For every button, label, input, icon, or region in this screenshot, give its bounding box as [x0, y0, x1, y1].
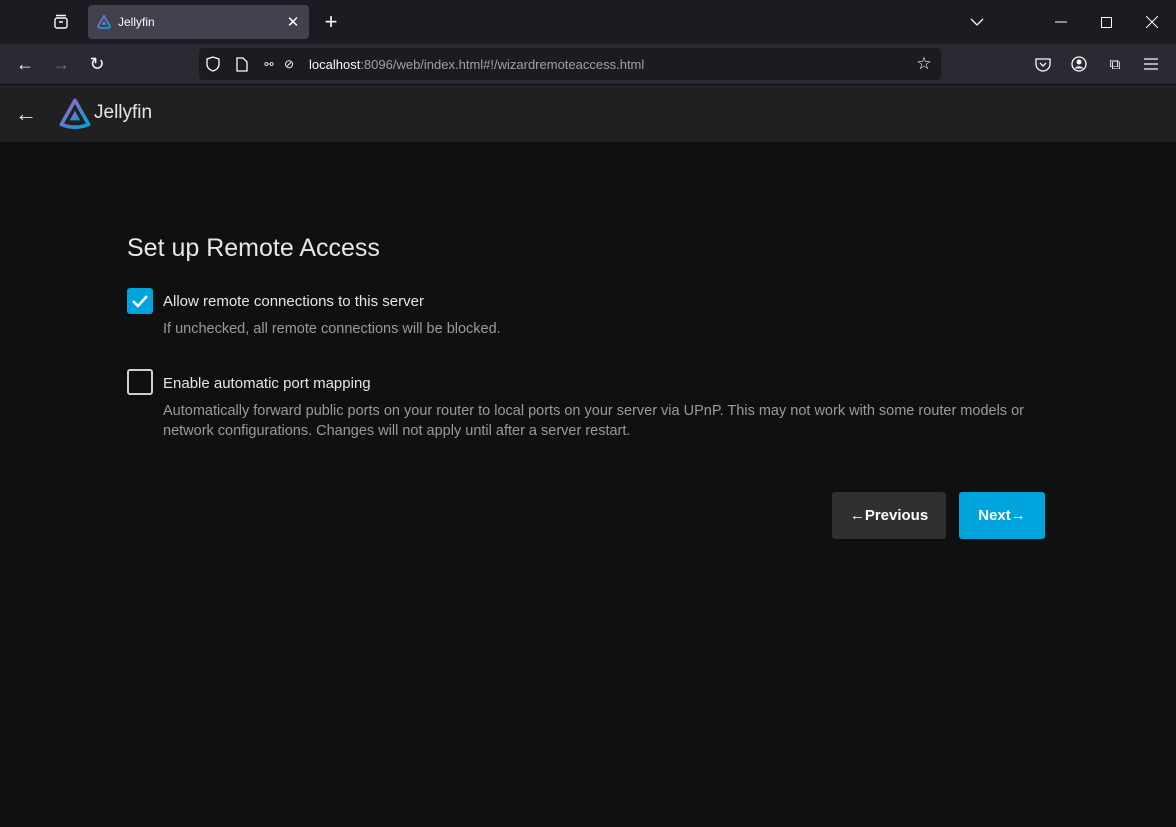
- minimize-icon[interactable]: [1050, 11, 1072, 33]
- port-mapping-description: Automatically forward public ports on yo…: [163, 403, 1024, 439]
- pocket-icon[interactable]: [1032, 53, 1054, 75]
- tab-title: Jellyfin: [118, 15, 155, 29]
- arrow-left-icon: ←: [849, 507, 865, 524]
- arrow-right-icon: →: [1010, 507, 1026, 524]
- browser-tab-bar: Jellyfin ✕ +: [0, 0, 1176, 44]
- url-bar[interactable]: ⚯ ⊘ localhost:8096/web/index.html#!/wiza…: [199, 48, 941, 80]
- allow-remote-description: If unchecked, all remote connections wil…: [163, 321, 501, 337]
- new-tab-icon[interactable]: +: [320, 9, 342, 34]
- port-mapping-checkbox[interactable]: [127, 369, 153, 395]
- port-mapping-label[interactable]: Enable automatic port mapping: [163, 375, 371, 392]
- browser-tab-jellyfin[interactable]: Jellyfin ✕: [88, 5, 309, 39]
- app-header: ←: [0, 85, 1176, 142]
- back-arrow-icon[interactable]: ←: [14, 101, 38, 126]
- forward-icon[interactable]: →: [50, 53, 72, 75]
- url-host: localhost: [309, 57, 361, 72]
- page-icon[interactable]: [234, 56, 250, 72]
- list-tabs-chevron-down-icon[interactable]: [966, 11, 988, 33]
- blocked-media-icon[interactable]: ⊘: [281, 56, 297, 72]
- bookmark-star-icon[interactable]: ☆: [915, 54, 933, 73]
- app-brand[interactable]: Jellyfin: [94, 102, 152, 124]
- allow-remote-label[interactable]: Allow remote connections to this server: [163, 293, 424, 310]
- menu-icon[interactable]: [1140, 53, 1162, 75]
- url-path: :8096/web/index.html#!/wizardremoteacces…: [360, 57, 645, 72]
- firefox-view-icon[interactable]: [50, 12, 72, 32]
- page-title: Set up Remote Access: [127, 234, 380, 262]
- previous-label: Previous: [864, 507, 929, 524]
- previous-button[interactable]: ← Previous: [832, 492, 946, 539]
- close-tab-icon[interactable]: ✕: [284, 13, 302, 31]
- close-window-icon[interactable]: [1141, 11, 1163, 33]
- maximize-icon[interactable]: [1095, 11, 1117, 33]
- jellyfin-logo-icon: [59, 98, 91, 130]
- shield-icon[interactable]: [205, 56, 221, 72]
- permissions-icon[interactable]: ⚯: [261, 56, 277, 72]
- reload-icon[interactable]: ↻: [86, 53, 108, 75]
- next-button[interactable]: Next →: [959, 492, 1045, 539]
- extensions-icon[interactable]: ⧉: [1104, 53, 1126, 75]
- account-icon[interactable]: [1068, 53, 1090, 75]
- jellyfin-favicon-icon: [97, 15, 111, 29]
- next-label: Next: [978, 507, 1011, 524]
- back-icon[interactable]: ←: [14, 53, 36, 75]
- allow-remote-checkbox[interactable]: [127, 288, 153, 314]
- url-text: localhost:8096/web/index.html#!/wizardre…: [309, 57, 644, 72]
- browser-toolbar: ← → ↻ ⚯ ⊘ localhost:8096/web/index.html#…: [0, 44, 1176, 85]
